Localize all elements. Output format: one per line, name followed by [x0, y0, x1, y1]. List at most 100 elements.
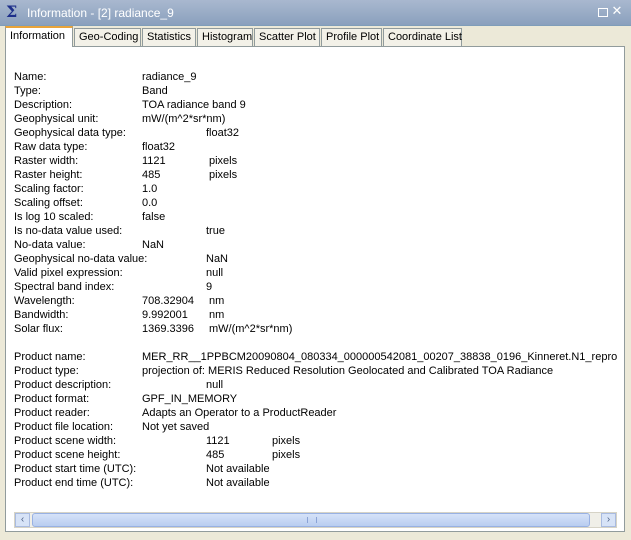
band-info-row: Is no-data value used: true — [14, 224, 617, 238]
band-info-row: Spectral band index: 9 — [14, 280, 617, 294]
info-key: Raw data type: — [14, 141, 88, 153]
info-key: Description: — [14, 99, 73, 111]
info-key: Product scene height: — [14, 449, 121, 461]
info-key: Product format: — [14, 393, 90, 405]
band-info-row: Geophysical unit: mW/(m^2*sr*nm) — [14, 112, 617, 126]
band-info-row: Is log 10 scaled: false — [14, 210, 617, 224]
info-key: Geophysical no-data value: — [14, 253, 148, 265]
info-key: Type: — [14, 85, 41, 97]
product-info-row: Product format: GPF_IN_MEMORY — [14, 392, 617, 406]
info-value: NaN — [142, 239, 165, 251]
horizontal-scrollbar[interactable]: ‹ › — [14, 512, 617, 528]
product-info-row: Product start time (UTC): Not available — [14, 462, 617, 476]
product-info-row: Product scene height: 485 pixels — [14, 448, 617, 462]
info-key: Scaling offset: — [14, 197, 83, 209]
info-key: Raster width: — [14, 155, 79, 167]
info-unit: nm — [209, 295, 225, 307]
info-value: radiance_9 — [142, 71, 197, 83]
band-info-row: Raster height: 485 pixels — [14, 168, 617, 182]
tab-geo-coding[interactable]: Geo-Coding — [74, 28, 141, 46]
sigma-icon: Σ — [6, 2, 18, 21]
info-key: No-data value: — [14, 239, 86, 251]
info-unit: pixels — [272, 435, 301, 447]
title-bar[interactable]: Σ Information - [2] radiance_9 ✕ — [0, 0, 631, 26]
tab-information[interactable]: Information — [5, 26, 73, 47]
info-unit: pixels — [272, 449, 301, 461]
info-key: Product start time (UTC): — [14, 463, 137, 475]
band-info-row: Valid pixel expression: null — [14, 266, 617, 280]
info-value: float32 — [142, 141, 176, 153]
tab-coordinate-list[interactable]: Coordinate List — [383, 28, 462, 46]
info-value: false — [142, 211, 166, 223]
band-info-row: Geophysical no-data value: NaN — [14, 252, 617, 266]
band-info-row: Solar flux: 1369.3396 mW/(m^2*sr*nm) — [14, 322, 617, 336]
info-value: 9.992001 — [142, 309, 188, 321]
info-key: Name: — [14, 71, 47, 83]
info-value: Adapts an Operator to a ProductReader — [142, 407, 337, 419]
info-key: Wavelength: — [14, 295, 75, 307]
scroll-left-icon[interactable]: ‹ — [15, 513, 30, 527]
info-key: Spectral band index: — [14, 281, 115, 293]
info-key: Product file location: — [14, 421, 114, 433]
info-key: Scaling factor: — [14, 183, 84, 195]
info-unit: pixels — [209, 169, 238, 181]
info-unit: mW/(m^2*sr*nm) — [209, 323, 293, 335]
scroll-right-icon[interactable]: › — [601, 513, 616, 527]
info-value: GPF_IN_MEMORY — [142, 393, 238, 405]
product-info-row: Product name: MER_RR__1PPBCM20090804_0803… — [14, 350, 617, 364]
tab-histogram[interactable]: Histogram — [197, 28, 253, 46]
band-info-row: Scaling offset: 0.0 — [14, 196, 617, 210]
tab-statistics[interactable]: Statistics — [142, 28, 196, 46]
info-value: 1121 — [206, 435, 230, 447]
info-value: float32 — [206, 127, 240, 139]
tab-profile-plot[interactable]: Profile Plot — [321, 28, 382, 46]
info-key: Product description: — [14, 379, 112, 391]
info-key: Is no-data value used: — [14, 225, 123, 237]
information-content: Name: radiance_9 Type: Band Description: TOA … — [14, 69, 617, 511]
info-unit: nm — [209, 309, 225, 321]
info-unit: pixels — [209, 155, 238, 167]
info-value: Not available — [206, 477, 270, 489]
product-info-row: Product file location: Not yet saved — [14, 420, 617, 434]
info-value: 0.0 — [142, 197, 158, 209]
info-value: projection of: MERIS Reduced Resolution … — [142, 365, 554, 377]
info-key: Product reader: — [14, 407, 90, 419]
grip-icon — [307, 517, 317, 523]
info-value: 1121 — [142, 155, 166, 167]
info-value: Not yet saved — [142, 421, 210, 433]
band-info-row: Description: TOA radiance band 9 — [14, 98, 617, 112]
info-value: NaN — [206, 253, 229, 265]
info-value: null — [206, 379, 224, 391]
band-info-row: Name: radiance_9 — [14, 70, 617, 84]
close-icon[interactable]: ✕ — [611, 4, 623, 17]
band-info-row: No-data value: NaN — [14, 238, 617, 252]
info-key: Geophysical data type: — [14, 127, 126, 139]
info-value: Band — [142, 85, 168, 97]
info-key: Product type: — [14, 365, 79, 377]
info-value: 485 — [206, 449, 225, 461]
info-value: TOA radiance band 9 — [142, 99, 246, 111]
scroll-thumb[interactable] — [32, 513, 590, 527]
info-value: 1369.3396 — [142, 323, 194, 335]
band-info-row: Raster width: 1121 pixels — [14, 154, 617, 168]
info-key: Solar flux: — [14, 323, 63, 335]
band-info-row: Raw data type: float32 — [14, 140, 617, 154]
info-key: Geophysical unit: — [14, 113, 99, 125]
product-info-row: Product reader: Adapts an Operator to a P… — [14, 406, 617, 420]
info-key: Is log 10 scaled: — [14, 211, 94, 223]
info-value: null — [206, 267, 224, 279]
product-info-row: Product end time (UTC): Not available — [14, 476, 617, 490]
info-value: MER_RR__1PPBCM20090804_080334_0000005420… — [142, 351, 617, 363]
info-value: 485 — [142, 169, 161, 181]
window-restore-icon[interactable] — [598, 8, 608, 17]
info-key: Product name: — [14, 351, 86, 363]
info-value: 708.32904 — [142, 295, 194, 307]
info-value: true — [206, 225, 225, 237]
tab-scatter-plot[interactable]: Scatter Plot — [254, 28, 320, 46]
information-panel: Name: radiance_9 Type: Band Description: TOA … — [5, 46, 625, 532]
info-key: Product end time (UTC): — [14, 477, 134, 489]
info-key: Bandwidth: — [14, 309, 69, 321]
info-value: Not available — [206, 463, 270, 475]
product-info-row: Product description: null — [14, 378, 617, 392]
info-key: Raster height: — [14, 169, 83, 181]
